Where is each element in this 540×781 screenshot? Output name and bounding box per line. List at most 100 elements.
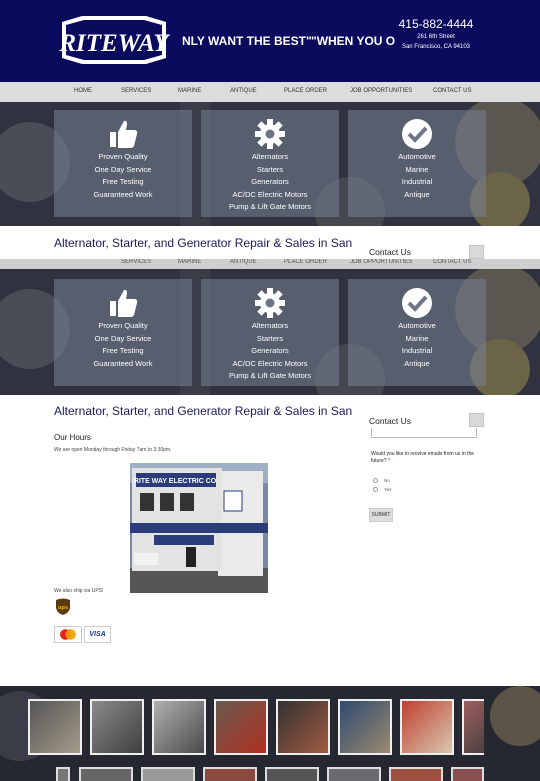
submit-button[interactable]: SUBMIT xyxy=(369,508,393,522)
card-line: Starters xyxy=(256,333,284,343)
nav-antique[interactable]: ANTIQUE xyxy=(230,259,257,265)
gallery-thumb[interactable] xyxy=(327,767,381,781)
radio-no-label: No xyxy=(384,478,390,483)
gallery-thumb[interactable] xyxy=(214,699,268,755)
card-line: Proven Quality xyxy=(98,152,148,161)
logo-text: RITEWAY xyxy=(58,30,170,57)
mail-icon[interactable] xyxy=(469,413,484,427)
gallery-thumb[interactable] xyxy=(276,699,330,755)
card-line: Marine xyxy=(405,164,429,174)
gallery-thumb[interactable] xyxy=(389,767,443,781)
city-address: San Francisco, CA 94103 xyxy=(401,44,471,50)
card-line: Marine xyxy=(405,333,429,343)
photo-gallery xyxy=(0,686,540,781)
gallery-thumb[interactable] xyxy=(90,699,144,755)
feature-card-markets: Automotive Marine Industrial Antique xyxy=(348,110,486,217)
gear-icon xyxy=(255,288,285,318)
gallery-thumb[interactable] xyxy=(141,767,195,781)
gallery-thumb[interactable] xyxy=(451,767,484,781)
card-line: Generators xyxy=(251,177,289,186)
checkmark-icon xyxy=(402,288,432,318)
gallery-thumb[interactable] xyxy=(28,699,82,755)
card-line: Proven Quality xyxy=(98,321,148,330)
hero-section: Proven Quality One Day Service Free Test… xyxy=(0,102,540,226)
feature-card-markets: Automotive Marine Industrial Antique xyxy=(348,279,486,386)
thumbs-up-icon xyxy=(110,289,138,317)
card-line: Free Testing xyxy=(102,177,144,186)
nav-place-order[interactable]: PLACE ORDER xyxy=(284,259,327,265)
gallery-thumb[interactable] xyxy=(462,699,484,755)
feature-card-quality: Proven Quality One Day Service Free Test… xyxy=(54,279,192,386)
card-line: One Day Service xyxy=(94,164,152,174)
gear-icon xyxy=(255,119,285,149)
hours-heading: Our Hours xyxy=(54,433,91,442)
card-line: Pump & Lift Gate Motors xyxy=(228,371,312,380)
feature-card-services: Alternators Starters Generators AC/DC El… xyxy=(201,279,339,386)
contact-heading: Contact Us xyxy=(369,416,412,426)
gallery-thumb[interactable] xyxy=(203,767,257,781)
riteway-logo[interactable]: RITEWAY xyxy=(58,14,170,66)
feature-card-services: Alternators Starters Generators AC/DC El… xyxy=(201,110,339,217)
shipping-note: We also ship via UPS! xyxy=(54,588,104,594)
card-line: One Day Service xyxy=(94,333,152,343)
card-line: Free Testing xyxy=(102,346,144,355)
nav-services[interactable]: SERVICES xyxy=(121,88,151,94)
street-address: 261 6th Street xyxy=(417,34,455,40)
gallery-thumb[interactable] xyxy=(338,699,392,755)
visa-logo: VISA xyxy=(84,626,111,643)
email-optin-question: Would you like to receive emails from us… xyxy=(371,451,475,464)
tagline-scroll-1: NLY WANT THE BEST" xyxy=(182,34,312,48)
radio-yes-label: Yes xyxy=(384,487,392,492)
nav-place-order[interactable]: PLACE ORDER xyxy=(284,88,327,94)
nav-job-opportunities[interactable]: JOB OPPORTUNITIES xyxy=(350,259,412,265)
gallery-thumb[interactable] xyxy=(400,699,454,755)
main-nav-ghost: SERVICES MARINE ANTIQUE PLACE ORDER JOB … xyxy=(0,259,540,269)
mastercard-logo xyxy=(54,626,82,643)
nav-contact-us[interactable]: CONTACT US xyxy=(433,88,471,94)
card-line: Industrial xyxy=(401,177,433,186)
radio-no[interactable] xyxy=(373,478,378,483)
radio-yes[interactable] xyxy=(373,487,378,492)
card-line: AC/DC Electric Motors xyxy=(232,358,308,368)
nav-services[interactable]: SERVICES xyxy=(121,259,151,265)
gallery-thumb[interactable] xyxy=(152,699,206,755)
thumbs-up-icon xyxy=(110,120,138,148)
storefront-photo: RITE WAY ELECTRIC CO. xyxy=(130,463,268,593)
nav-marine[interactable]: MARINE xyxy=(178,88,201,94)
card-line: Alternators xyxy=(251,152,289,161)
page-title: Alternator, Starter, and Generator Repai… xyxy=(54,236,354,250)
hours-text: We are open Monday through Friday 7am to… xyxy=(54,447,172,453)
checkmark-icon xyxy=(402,119,432,149)
email-field[interactable] xyxy=(371,428,477,438)
card-line: AC/DC Electric Motors xyxy=(232,189,308,199)
card-line: Antique xyxy=(404,189,430,199)
page-title: Alternator, Starter, and Generator Repai… xyxy=(54,404,354,418)
gallery-thumb[interactable] xyxy=(56,767,70,781)
card-line: Automotive xyxy=(398,152,436,161)
nav-job-opportunities[interactable]: JOB OPPORTUNITIES xyxy=(350,88,412,94)
card-line: Starters xyxy=(256,164,284,174)
nav-marine[interactable]: MARINE xyxy=(178,259,201,265)
card-line: Guaranteed Work xyxy=(93,358,153,368)
card-line: Pump & Lift Gate Motors xyxy=(228,202,312,211)
mail-icon[interactable] xyxy=(469,245,484,259)
card-line: Guaranteed Work xyxy=(93,189,153,199)
phone-number[interactable]: 415-882-4444 xyxy=(380,17,492,31)
feature-card-quality: Proven Quality One Day Service Free Test… xyxy=(54,110,192,217)
card-line: Industrial xyxy=(401,346,433,355)
nav-home[interactable]: HOME xyxy=(74,88,92,94)
card-line: Antique xyxy=(404,358,430,368)
contact-heading: Contact Us xyxy=(369,247,412,257)
gallery-thumb[interactable] xyxy=(79,767,133,781)
nav-antique[interactable]: ANTIQUE xyxy=(230,88,257,94)
card-line: Automotive xyxy=(398,321,436,330)
site-header: RITEWAY NLY WANT THE BEST" "WHEN YOU O 4… xyxy=(0,0,540,82)
svg-text:ups: ups xyxy=(58,605,68,611)
main-nav: HOME SERVICES MARINE ANTIQUE PLACE ORDER… xyxy=(0,82,540,102)
gallery-thumb[interactable] xyxy=(265,767,319,781)
hero-section-ghost: Proven Quality One Day Service Free Test… xyxy=(0,269,540,395)
card-line: Alternators xyxy=(251,321,289,330)
ups-logo: ups xyxy=(56,598,70,615)
nav-contact-us[interactable]: CONTACT US xyxy=(433,259,471,265)
building-sign: RITE WAY ELECTRIC CO. xyxy=(134,478,218,485)
